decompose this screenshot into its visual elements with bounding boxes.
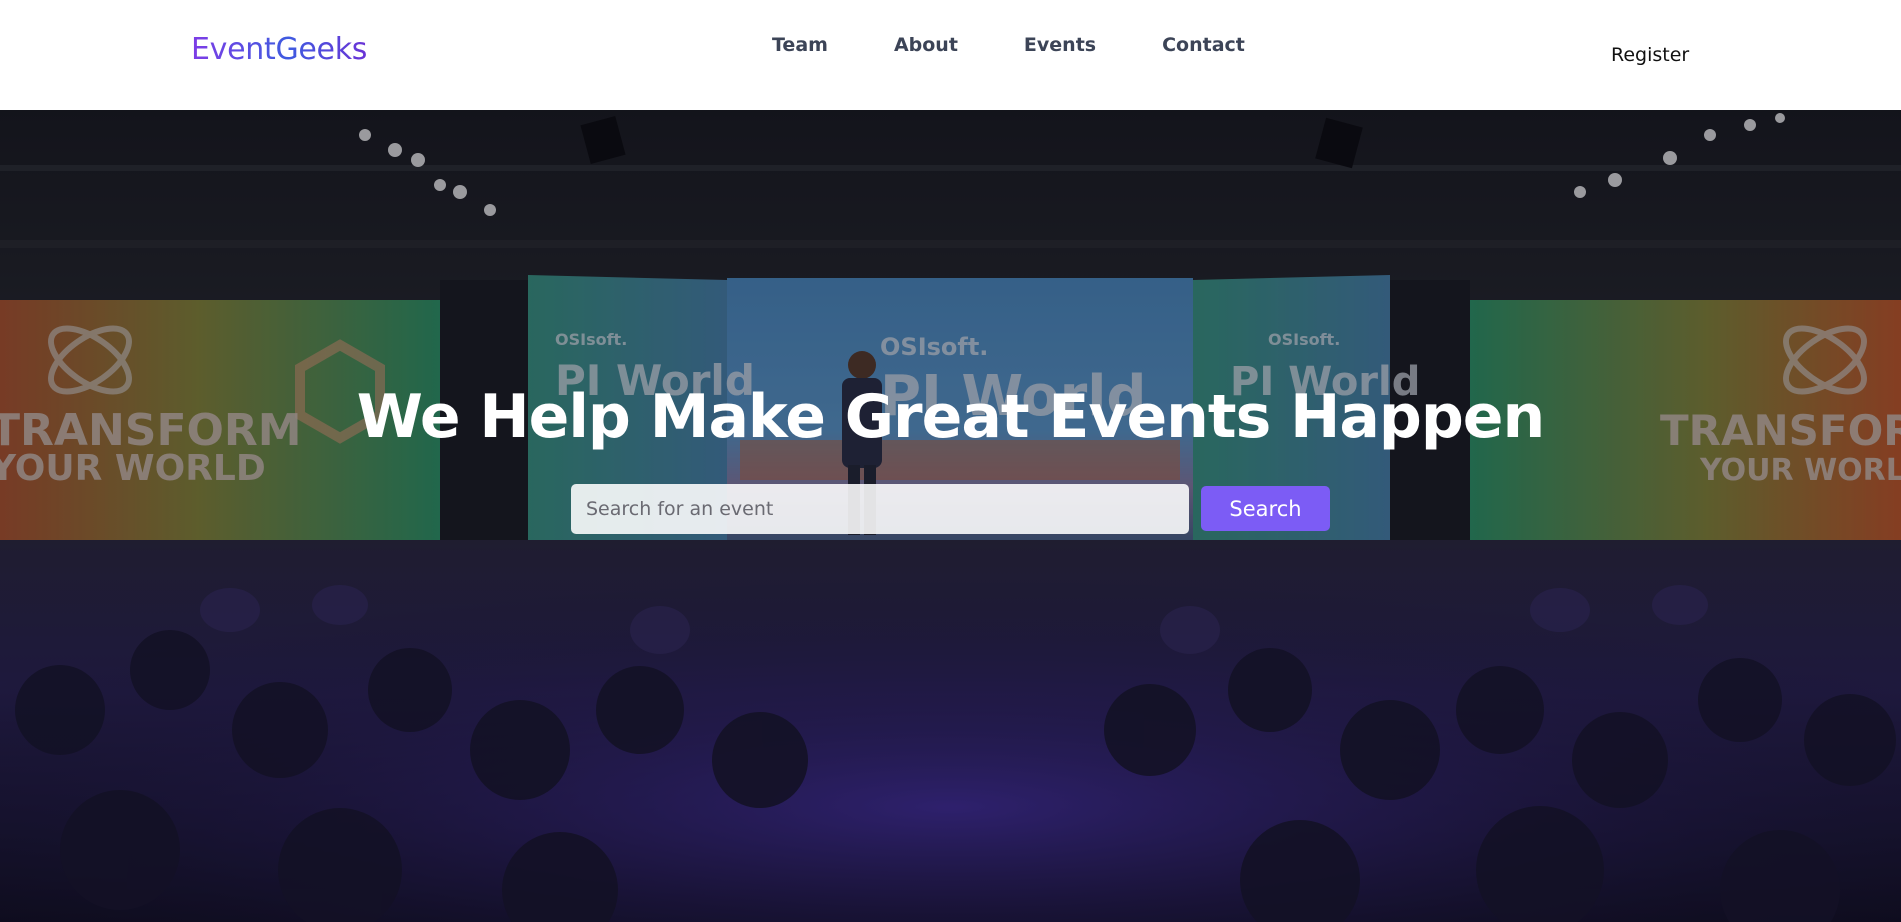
hero-headline: We Help Make Great Events Happen — [356, 382, 1545, 452]
nav-item-about[interactable]: About — [894, 34, 958, 56]
nav-item-contact[interactable]: Contact — [1162, 34, 1245, 56]
search-button[interactable]: Search — [1201, 486, 1330, 531]
event-search-form: Search — [571, 484, 1331, 534]
nav-item-team[interactable]: Team — [772, 34, 828, 56]
event-search-input[interactable] — [571, 484, 1189, 534]
brand-logo[interactable]: EventGeeks — [191, 32, 367, 67]
page: EventGeeks Team About Events Contact Reg… — [0, 0, 1901, 922]
top-navbar: EventGeeks Team About Events Contact Reg… — [0, 0, 1901, 110]
main-nav: Team About Events Contact — [772, 34, 1245, 56]
register-link[interactable]: Register — [1611, 44, 1689, 66]
hero-section: TRANSFORM YOUR WORLD TRANSFORM YOUR WORL… — [0, 110, 1901, 922]
nav-item-events[interactable]: Events — [1024, 34, 1096, 56]
